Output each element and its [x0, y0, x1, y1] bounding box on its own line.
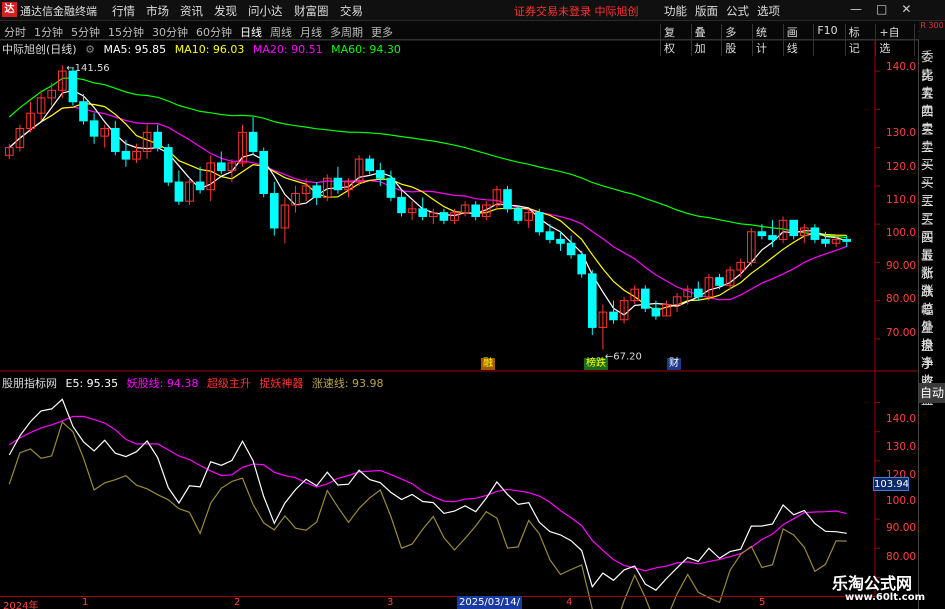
candle-body: [418, 208, 427, 217]
indicator-value-box: 103.94: [873, 477, 909, 491]
auto-button[interactable]: 自动: [919, 383, 945, 403]
candle-body: [333, 177, 343, 191]
candle-body: [195, 181, 205, 191]
candle-body: [365, 158, 374, 172]
candle-body: [89, 120, 99, 137]
candle-body: [609, 311, 618, 321]
candle-body: [821, 238, 830, 244]
date-label: 4: [566, 597, 573, 608]
date-label: 5: [759, 597, 766, 608]
candle-body: [164, 147, 173, 183]
zhuoyao-label: 捉妖神器: [259, 377, 304, 390]
ma10-label: MA10: 96.03: [174, 43, 245, 56]
ma20-line: [8, 106, 847, 301]
candle-body: [556, 238, 565, 244]
main-chart-header: 中际旭创(日线) ⚙ MA5: 95.85 MA10: 96.03 MA20: …: [2, 41, 406, 57]
tag-rong[interactable]: 融: [481, 358, 495, 370]
candle-body: [566, 242, 576, 256]
candle-body: [68, 70, 78, 103]
candle-body: [121, 150, 131, 160]
axis-label: 90.00: [886, 522, 917, 534]
date-label: 2: [234, 597, 241, 608]
axis-label: 100.0: [886, 495, 917, 507]
axis-label: 120.0: [886, 161, 917, 173]
candle-body: [153, 131, 162, 149]
candle-body: [715, 277, 724, 286]
watermark-title: 乐淘公式网: [832, 574, 913, 593]
axis-label: 140.0: [886, 61, 917, 73]
candle-body: [768, 235, 777, 240]
candle-body: [545, 231, 555, 240]
r-badge: R 300: [919, 21, 945, 40]
ma5-label: MA5: 95.85: [103, 43, 167, 56]
candle-body: [397, 196, 406, 214]
candle-body: [588, 273, 597, 328]
candle-body: [217, 162, 226, 172]
zhangsu-label: 涨速线: 93.98: [311, 377, 384, 390]
cursor-date-label: 2025/03/14/五: [457, 596, 522, 609]
candle-body: [386, 177, 396, 198]
candle-body: [439, 212, 449, 221]
candle-body: [259, 150, 268, 195]
candle-body: [471, 204, 480, 217]
indicator-header: 股朋指标网 E5: 95.35 妖股线: 94.38 超级主升 捉妖神器 涨速线…: [2, 375, 389, 391]
axis-label: 130.0: [886, 127, 917, 139]
axis-label: 110.0: [886, 194, 917, 206]
ma60-label: MA60: 94.30: [331, 43, 401, 56]
candle-body: [503, 189, 512, 210]
candle-body: [641, 288, 650, 309]
tag-cai[interactable]: 财: [667, 358, 681, 370]
watermark-url: www.60lt.com: [845, 592, 926, 603]
low-annotation: ←67.20: [605, 352, 642, 363]
date-axis: 2024年 1 2 3 4 5: [0, 596, 875, 609]
candle-body: [376, 170, 385, 179]
axis-label: 140.0: [886, 413, 917, 425]
candle-body: [79, 101, 88, 122]
candle-body: [694, 288, 703, 298]
right-sidebar: 委比 卖五 卖四 卖三 卖二 卖一 买一 买二 买三 买四 买五 最新 涨跌 涨…: [918, 40, 945, 609]
candle-body: [577, 254, 587, 275]
ma60-line: [8, 77, 847, 239]
date-label: 3: [387, 597, 394, 608]
candle-body: [270, 193, 279, 229]
zhangsu-line: [8, 421, 847, 609]
stock-name-label: 中际旭创(日线): [2, 43, 77, 56]
candle-body: [248, 131, 258, 152]
candle-body: [513, 208, 523, 221]
date-label: 1: [82, 597, 89, 608]
candle-body: [111, 128, 120, 152]
candle-body: [810, 227, 820, 240]
kline-chart[interactable]: ←141.56 ←67.20: [0, 0, 918, 609]
tag-bangdie[interactable]: 榜跌: [584, 358, 608, 370]
axis-label: 130.0: [886, 441, 917, 453]
indicator-name-label: 股朋指标网: [2, 377, 57, 390]
candle-body: [757, 231, 767, 237]
candle-body: [651, 307, 661, 317]
date-label: 2024年: [3, 601, 39, 609]
candle-body: [535, 212, 544, 233]
candle-body: [842, 238, 852, 242]
settings-gear-icon[interactable]: ⚙: [85, 43, 95, 56]
chaoji-label: 超级主升: [206, 377, 251, 390]
high-annotation: ←141.56: [66, 63, 109, 74]
axis-label: 80.00: [886, 293, 917, 305]
axis-label: 100.0: [886, 227, 917, 239]
candle-body: [312, 185, 321, 198]
axis-label: 90.00: [886, 260, 917, 272]
yaoyao-line: [8, 415, 847, 572]
ma20-label: MA20: 90.51: [252, 43, 323, 56]
e5-label: E5: 95.35: [65, 377, 119, 390]
candle-body: [789, 219, 799, 237]
e5-line: [8, 398, 847, 591]
candle-body: [174, 181, 184, 202]
yaoyao-label: 妖股线: 94.38: [126, 377, 199, 390]
axis-label: 70.00: [886, 327, 917, 339]
axis-label: 80.00: [886, 551, 917, 563]
